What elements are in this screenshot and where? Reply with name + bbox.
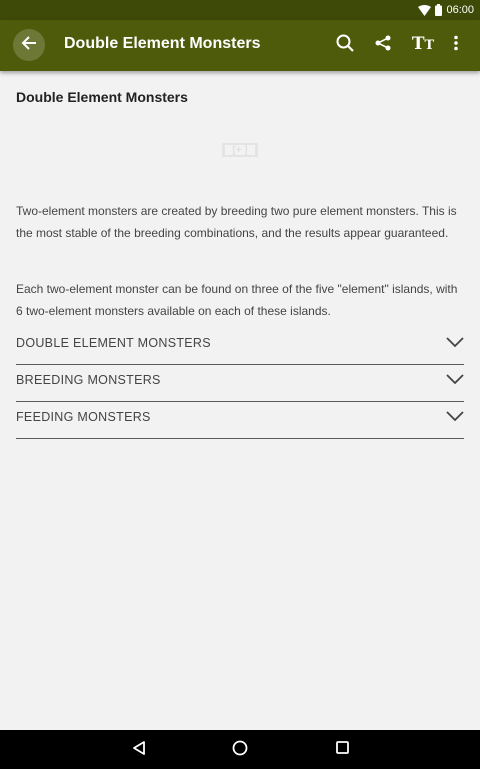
share-icon [375,35,391,56]
nav-back-button[interactable] [128,739,150,761]
share-button[interactable] [371,33,395,57]
recents-square-icon [335,741,349,759]
battery-icon [435,4,443,16]
paragraph-1: Two-element monsters are created by bree… [16,204,457,240]
more-options-button[interactable] [444,33,468,57]
back-arrow-icon [21,35,37,56]
home-circle-icon [232,740,248,761]
chevron-down-icon [446,335,464,353]
more-vert-icon [453,35,459,56]
section-double-element-monsters[interactable]: DOUBLE ELEMENT MONSTERS [16,329,464,365]
wifi-icon [418,4,432,16]
text-size-icon: TT [412,32,434,58]
nav-home-button[interactable] [229,739,251,761]
section-label: DOUBLE ELEMENT MONSTERS [16,336,211,350]
text-size-small-glyph: T [424,38,435,53]
text-size-button[interactable]: TT [410,33,436,57]
navigation-bar [0,730,480,769]
section-label: FEEDING MONSTERS [16,410,151,424]
chevron-down-icon [446,372,464,390]
back-button[interactable] [13,29,45,61]
chevron-down-icon [446,409,464,427]
nav-recents-button[interactable] [331,739,353,761]
app-title: Double Element Monsters [64,35,261,52]
paragraph-2: Each two-element monster can be found on… [16,282,458,318]
search-button[interactable] [333,33,357,57]
app-bar: Double Element Monsters TT [0,20,480,71]
section-breeding-monsters[interactable]: BREEDING MONSTERS [16,366,464,402]
back-triangle-icon [132,740,146,760]
article-image: [+ ] [222,143,258,157]
status-time: 06:00 [446,4,474,16]
search-icon [336,34,354,57]
status-bar: 06:00 [0,0,480,20]
text-size-large-glyph: T [411,34,425,54]
section-label: BREEDING MONSTERS [16,373,161,387]
page-title: Double Element Monsters [16,89,188,105]
section-feeding-monsters[interactable]: FEEDING MONSTERS [16,403,464,439]
image-alt-text: [+ ] [232,144,248,156]
